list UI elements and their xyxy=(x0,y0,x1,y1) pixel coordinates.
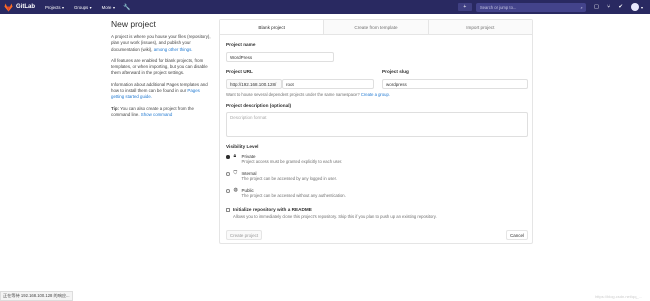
radio-internal[interactable] xyxy=(226,172,230,176)
admin-wrench-icon[interactable]: 🔧 xyxy=(123,4,130,11)
shield-icon: ⛉ xyxy=(233,170,238,176)
project-url-label: Project URL xyxy=(226,69,253,74)
new-dropdown-button[interactable]: + xyxy=(457,3,472,11)
tab-import-project[interactable]: Import project xyxy=(427,20,532,34)
new-project-panel: Blank project Create from template Impor… xyxy=(219,19,533,244)
project-tabs: Blank project Create from template Impor… xyxy=(220,20,532,35)
description-textarea[interactable]: Description format xyxy=(226,112,528,137)
radio-public[interactable] xyxy=(226,189,230,193)
merge-requests-icon[interactable]: ⑂ xyxy=(607,4,610,10)
groups-menu-label: Groups xyxy=(74,4,89,10)
description-label: Project description (optional) xyxy=(226,103,292,108)
intro-paragraph: A project is where you house your files … xyxy=(111,34,211,53)
internal-desc: The project can be accessed by any logge… xyxy=(241,176,337,181)
readme-label[interactable]: Initialize repository with a README xyxy=(233,207,312,212)
among-other-things-link[interactable]: among other things. xyxy=(154,47,193,52)
project-slug-input[interactable]: wordpress xyxy=(382,79,528,89)
chevron-down-icon: ▾ xyxy=(62,4,65,10)
avatar[interactable] xyxy=(630,3,639,11)
gitlab-logo-icon xyxy=(4,2,13,12)
private-text: Private Project access must be granted e… xyxy=(242,154,343,165)
namespace-hint-text: Want to house several dependent projects… xyxy=(226,92,360,97)
tip-label: Tip: xyxy=(111,105,119,111)
readme-checkbox[interactable] xyxy=(226,208,230,212)
more-menu[interactable]: More ▾ xyxy=(102,5,115,10)
gitlab-home-link[interactable]: GitLab xyxy=(4,2,35,12)
project-slug-label: Project slug xyxy=(382,69,409,74)
projects-menu-label: Projects xyxy=(45,4,61,10)
browser-status-bar: 正在等待 192.168.100.128 的响应... xyxy=(0,291,73,301)
create-project-button[interactable]: Create project xyxy=(226,230,262,240)
lock-icon: 🔒︎ xyxy=(233,153,237,159)
todos-icon[interactable]: ✔ xyxy=(618,4,623,10)
internal-text: Internal The project can be accessed by … xyxy=(242,171,337,182)
public-text: Public The project can be accessed witho… xyxy=(242,188,346,199)
pages-paragraph: Information about additional Pages templ… xyxy=(111,82,211,101)
visibility-option-internal[interactable]: ⛉ Internal The project can be accessed b… xyxy=(226,171,337,182)
chevron-down-icon: ▾ xyxy=(89,4,92,10)
watermark: https://blog.csdn.net/qq_... xyxy=(595,294,642,299)
visibility-option-public[interactable]: ◍ Public The project can be accessed wit… xyxy=(226,188,346,199)
brand-name: GitLab xyxy=(16,4,35,10)
project-name-label: Project name xyxy=(226,42,256,47)
more-menu-label: More xyxy=(101,4,112,10)
cancel-button[interactable]: Cancel xyxy=(506,230,528,240)
groups-menu[interactable]: Groups ▾ xyxy=(74,5,92,10)
namespace-hint: Want to house several dependent projects… xyxy=(226,92,390,97)
top-navbar: GitLab Projects ▾ Groups ▾ More ▾ 🔧 + Searc… xyxy=(0,0,650,14)
page-title: New project xyxy=(111,19,156,29)
issues-icon[interactable]: ▢ xyxy=(594,4,599,10)
search-icon: ⌕ xyxy=(580,4,583,10)
visibility-option-private[interactable]: 🔒︎ Private Project access must be grante… xyxy=(226,154,342,165)
create-group-link[interactable]: Create a group. xyxy=(361,92,390,97)
features-paragraph: All features are enabled for blank proje… xyxy=(111,57,208,76)
chevron-down-icon[interactable]: ▾ xyxy=(641,5,643,10)
public-desc: The project can be accessed without any … xyxy=(241,193,346,198)
show-command-link[interactable]: Show command xyxy=(141,112,172,117)
search-input[interactable]: Search or jump to... ⌕ xyxy=(475,2,586,12)
tab-blank-project[interactable]: Blank project xyxy=(220,20,324,34)
namespace-select[interactable]: root xyxy=(282,79,374,89)
projects-menu[interactable]: Projects ▾ xyxy=(45,5,64,10)
readme-desc: Allows you to immediately clone this pro… xyxy=(233,214,437,219)
namespace-value: root xyxy=(286,81,294,87)
tab-create-from-template[interactable]: Create from template xyxy=(323,20,427,34)
tip-paragraph: Tip: You can also create a project from … xyxy=(111,106,211,119)
search-placeholder: Search or jump to... xyxy=(479,4,517,10)
globe-icon: ◍ xyxy=(233,187,238,193)
visibility-label: Visibility Level xyxy=(226,144,259,149)
project-url-prefix: http://192.168.100.128/ xyxy=(226,79,282,89)
private-desc: Project access must be granted explicitl… xyxy=(241,159,343,164)
chevron-down-icon: ▾ xyxy=(112,4,115,10)
project-name-input[interactable]: WordPress xyxy=(226,52,334,62)
left-info-column: New project A project is where you house… xyxy=(111,18,211,118)
radio-private[interactable] xyxy=(226,155,230,159)
plus-icon: + xyxy=(463,4,467,10)
